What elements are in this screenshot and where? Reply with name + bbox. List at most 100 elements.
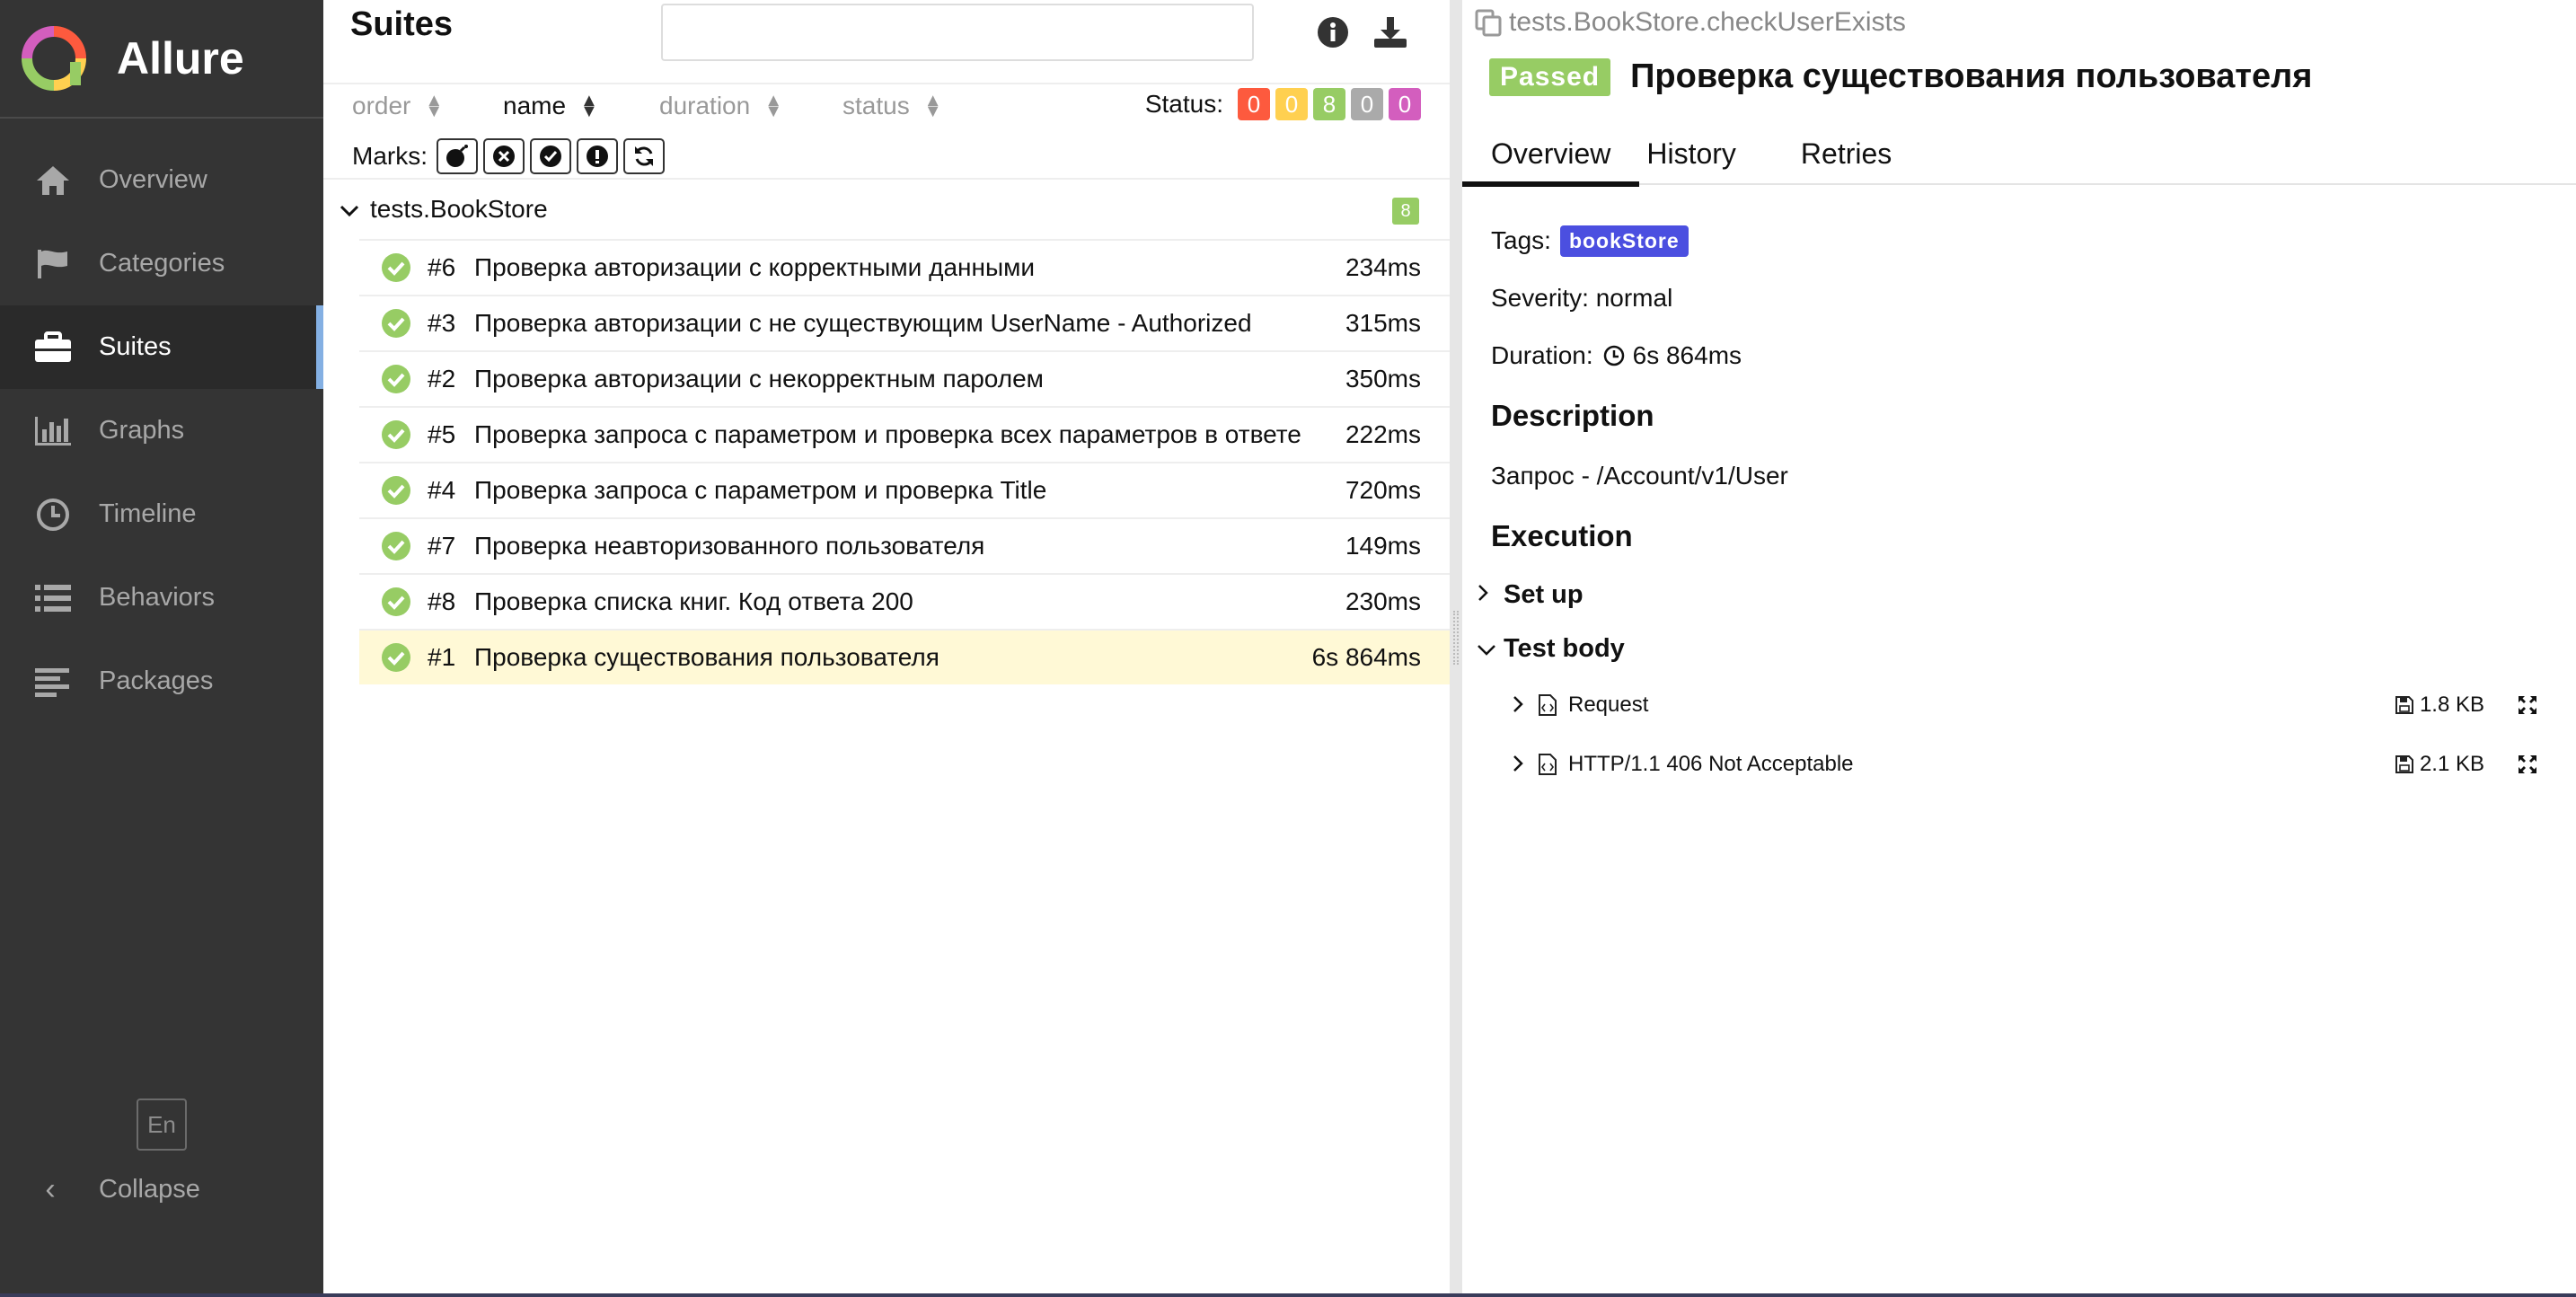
test-number: #7 <box>428 532 456 560</box>
tab-overview[interactable]: Overview <box>1462 122 1640 187</box>
sort-name-label: name <box>503 92 567 119</box>
sidebar-item-timeline[interactable]: Timeline <box>0 472 323 556</box>
test-duration: 6s 864ms <box>1311 643 1421 671</box>
home-icon <box>32 163 74 199</box>
table-row[interactable]: #7 Проверка неавторизованного пользовате… <box>359 517 1450 573</box>
sidebar-item-label: Suites <box>99 332 172 361</box>
table-row[interactable]: #2 Проверка авторизации с некорректным п… <box>359 350 1450 406</box>
test-body-step[interactable]: Test body <box>1477 622 2536 675</box>
tags-label: Tags: <box>1491 226 1551 254</box>
sort-duration[interactable]: duration ▲ ▼ <box>659 92 782 120</box>
sort-status-label: status <box>842 92 910 119</box>
expand-icon[interactable] <box>2517 694 2538 716</box>
attachment-row[interactable]: HTTP/1.1 406 Not Acceptable 2.1 KB <box>1513 735 2545 794</box>
sidebar-item-label: Categories <box>99 249 225 278</box>
table-row[interactable]: #3 Проверка авторизации с не существующи… <box>359 295 1450 350</box>
clock-icon <box>32 497 74 533</box>
info-icon <box>1318 17 1348 48</box>
bomb-icon <box>446 145 468 167</box>
sidebar-item-behaviors[interactable]: Behaviors <box>0 556 323 640</box>
sidebar-item-overview[interactable]: Overview <box>0 138 323 222</box>
list-icon <box>32 580 74 616</box>
sidebar-item-packages[interactable]: Packages <box>0 640 323 723</box>
tab-retries[interactable]: Retries <box>1758 122 1913 185</box>
info-button[interactable] <box>1313 13 1353 52</box>
sort-name[interactable]: name ▲ ▼ <box>503 92 598 120</box>
chevron-left-icon: ‹ <box>45 1172 56 1206</box>
duration-line: Duration: 6s 864ms <box>1491 327 2551 384</box>
tab-history[interactable]: History <box>1639 122 1758 185</box>
sort-order[interactable]: order ▲ ▼ <box>352 92 443 120</box>
test-name: Проверка запроса с параметром и проверка… <box>474 420 1301 448</box>
mark-retries-button[interactable] <box>623 138 665 174</box>
test-path: tests.BookStore.checkUserExists <box>1509 7 1906 37</box>
save-icon <box>2395 755 2413 773</box>
test-name: Проверка авторизации с корректными данны… <box>474 253 1035 281</box>
sidebar-item-categories[interactable]: Categories <box>0 222 323 305</box>
sort-status[interactable]: status ▲ ▼ <box>842 92 942 120</box>
passed-status-icon <box>382 643 410 672</box>
table-row-selected[interactable]: #1 Проверка существования пользователя 6… <box>359 629 1450 684</box>
expand-icon[interactable] <box>2517 754 2538 775</box>
attachment-row[interactable]: Request 1.8 KB <box>1513 675 2545 735</box>
sort-icon: ▲ ▼ <box>764 91 782 121</box>
severity-line: Severity: normal <box>1491 284 1673 312</box>
test-title-text: Проверка существования пользователя <box>1630 57 2313 95</box>
test-name: Проверка запроса с параметром и проверка… <box>474 476 1047 504</box>
save-icon <box>2395 696 2413 714</box>
status-skipped-badge[interactable]: 0 <box>1351 88 1383 120</box>
collapse-button[interactable]: ‹ Collapse <box>32 1172 200 1207</box>
test-name: Проверка неавторизованного пользователя <box>474 532 985 560</box>
sort-bar: order ▲ ▼ name ▲ ▼ duration ▲ ▼ status ▲ ▼ S… <box>323 84 1450 135</box>
search-input[interactable] <box>661 4 1254 61</box>
sidebar-item-suites[interactable]: Suites <box>0 305 323 389</box>
suite-group[interactable]: tests.BookStore 8 <box>323 180 1450 239</box>
times-circle-icon <box>493 146 515 167</box>
sidebar-item-graphs[interactable]: Graphs <box>0 389 323 472</box>
sidebar-item-label: Behaviors <box>99 583 215 612</box>
suite-group-count: 8 <box>1392 198 1419 225</box>
test-name: Проверка авторизации с не существующим U… <box>474 309 1252 337</box>
sidebar-item-label: Graphs <box>99 416 185 445</box>
table-row[interactable]: #5 Проверка запроса с параметром и прове… <box>359 406 1450 462</box>
description-text: Запрос - /Account/v1/User <box>1491 462 1788 490</box>
test-body-label: Test body <box>1504 633 1625 663</box>
attachment-size-value: 2.1 KB <box>2419 752 2484 776</box>
table-row[interactable]: #8 Проверка списка книг. Код ответа 200 … <box>359 573 1450 629</box>
table-row[interactable]: #6 Проверка авторизации с корректными да… <box>359 239 1450 295</box>
mark-new-failed-button[interactable] <box>483 138 525 174</box>
passed-status-icon <box>382 309 410 338</box>
mark-flaky-button[interactable] <box>437 138 478 174</box>
mark-new-passed-button[interactable] <box>530 138 571 174</box>
brand[interactable]: Allure <box>0 0 323 119</box>
allure-logo-icon <box>22 26 86 91</box>
clock-icon <box>1603 345 1624 366</box>
table-row[interactable]: #4 Проверка запроса с параметром и прове… <box>359 462 1450 517</box>
test-full-name[interactable]: tests.BookStore.checkUserExists <box>1473 7 1906 38</box>
file-code-icon <box>1539 754 1557 775</box>
mark-new-broken-button[interactable] <box>577 138 618 174</box>
passed-status-icon <box>382 532 410 560</box>
sort-icon: ▲ ▼ <box>580 91 598 121</box>
test-details-pane: tests.BookStore.checkUserExists Passed П… <box>1462 0 2576 1293</box>
pane-splitter[interactable] <box>1450 0 1462 1293</box>
tag-badge: bookStore <box>1559 225 1689 257</box>
setup-step[interactable]: Set up <box>1477 568 2536 622</box>
tags-line: Tags: bookStore <box>1491 212 2551 269</box>
status-unknown-badge[interactable]: 0 <box>1389 88 1421 120</box>
status-broken-badge[interactable]: 0 <box>1275 88 1308 120</box>
exclamation-circle-icon <box>587 146 608 167</box>
language-button[interactable]: En <box>137 1098 187 1151</box>
marks-label: Marks: <box>352 142 428 170</box>
download-button[interactable] <box>1371 13 1410 52</box>
sidebar-nav: Overview Categories Suites Graphs Timeli… <box>0 138 323 723</box>
download-icon <box>1374 17 1407 48</box>
sort-duration-label: duration <box>659 92 751 119</box>
collapse-label: Collapse <box>99 1175 200 1204</box>
sort-icon: ▲ ▼ <box>425 91 444 121</box>
status-failed-badge[interactable]: 0 <box>1238 88 1270 120</box>
execution-heading: Execution <box>1491 519 1633 552</box>
test-number: #4 <box>428 476 456 504</box>
status-passed-badge[interactable]: 8 <box>1313 88 1345 120</box>
test-number: #2 <box>428 365 456 393</box>
